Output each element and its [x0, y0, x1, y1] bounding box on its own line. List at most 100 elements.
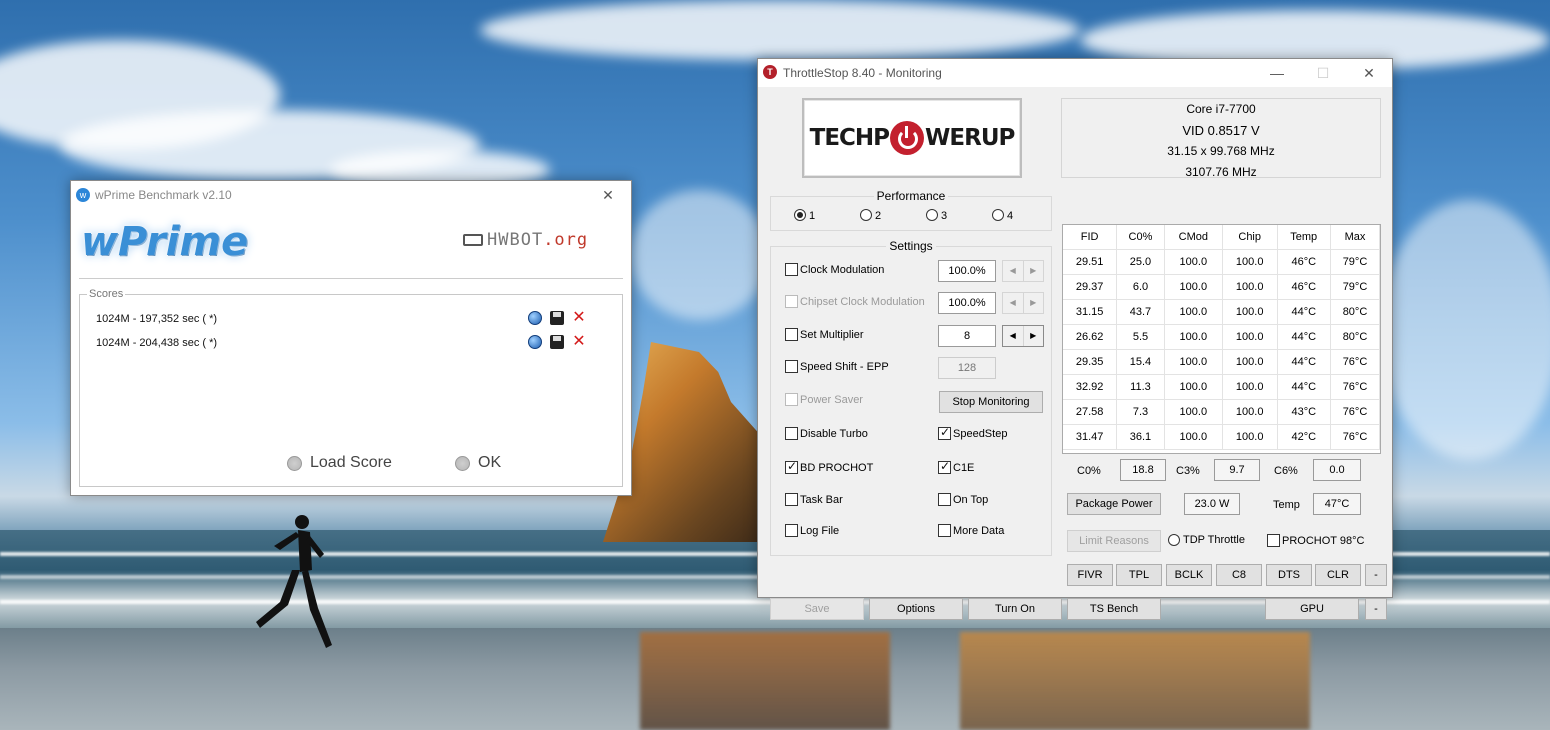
- disable-turbo-checkbox[interactable]: Disable Turbo: [785, 427, 868, 440]
- table-cell: 100.0: [1164, 299, 1223, 325]
- radio-icon: [860, 209, 872, 221]
- table-cell: 29.51: [1063, 249, 1118, 275]
- table-cell: 31.47: [1063, 424, 1118, 450]
- column-header: CMod: [1164, 225, 1223, 250]
- task-bar-checkbox[interactable]: Task Bar: [785, 493, 843, 506]
- arrow-left-icon[interactable]: ◀: [1003, 261, 1023, 281]
- clr-button[interactable]: CLR: [1315, 564, 1361, 586]
- gpu-button[interactable]: GPU: [1265, 598, 1359, 620]
- scores-legend: Scores: [87, 288, 126, 300]
- delete-icon[interactable]: ✕: [572, 334, 586, 350]
- c8-button[interactable]: C8: [1216, 564, 1262, 586]
- maximize-button[interactable]: ☐: [1300, 59, 1346, 87]
- techpowerup-logo[interactable]: TECHP WERUP: [802, 98, 1022, 178]
- tpl-button[interactable]: TPL: [1116, 564, 1162, 586]
- tdp-throttle-radio[interactable]: TDP Throttle: [1168, 534, 1245, 546]
- submit-globe-icon[interactable]: [528, 335, 542, 349]
- save-disk-icon[interactable]: [550, 335, 564, 349]
- table-cell: 29.37: [1063, 274, 1118, 300]
- arrow-left-icon[interactable]: ◀: [1003, 326, 1023, 346]
- delete-icon[interactable]: ✕: [572, 310, 586, 326]
- dts-button[interactable]: DTS: [1266, 564, 1312, 586]
- table-row: 29.51 25.0 100.0 100.0 46°C 79°C: [1063, 249, 1381, 275]
- throttlestop-titlebar[interactable]: T ThrottleStop 8.40 - Monitoring — ☐ ✕: [758, 59, 1392, 87]
- save-button[interactable]: Save: [770, 598, 864, 620]
- table-cell: 100.0: [1222, 274, 1278, 300]
- speed-shift-value[interactable]: 128: [938, 357, 996, 379]
- clock-modulation-checkbox[interactable]: Clock Modulation: [785, 263, 884, 276]
- cpu-vid: VID 0.8517 V: [1182, 123, 1260, 138]
- wprime-titlebar[interactable]: w wPrime Benchmark v2.10 ✕: [71, 181, 631, 209]
- close-button[interactable]: ✕: [585, 181, 631, 209]
- arrow-left-icon[interactable]: ◀: [1003, 293, 1023, 313]
- submit-globe-icon[interactable]: [528, 311, 542, 325]
- throttlestop-window: T ThrottleStop 8.40 - Monitoring — ☐ ✕ T…: [757, 58, 1393, 620]
- table-cell: 42°C: [1277, 424, 1331, 450]
- table-cell: 31.15: [1063, 299, 1118, 325]
- ok-button[interactable]: OK: [455, 454, 501, 472]
- stop-monitoring-button[interactable]: Stop Monitoring: [939, 391, 1043, 413]
- set-multiplier-spinner[interactable]: ◀ ▶: [1002, 325, 1044, 347]
- arrow-right-icon[interactable]: ▶: [1022, 326, 1044, 346]
- checkbox-icon: [1267, 534, 1280, 547]
- gpu-collapse-button[interactable]: -: [1365, 598, 1387, 620]
- runner-silhouette: [256, 515, 332, 648]
- c6-value: 0.0: [1313, 459, 1361, 481]
- table-row: 27.58 7.3 100.0 100.0 43°C 76°C: [1063, 399, 1381, 425]
- column-header: FID: [1063, 225, 1118, 250]
- prochot-checkbox[interactable]: PROCHOT 98°C: [1267, 534, 1364, 547]
- table-cell: 46°C: [1277, 274, 1331, 300]
- chipset-clock-modulation-value[interactable]: 100.0%: [938, 292, 996, 314]
- more-data-checkbox[interactable]: More Data: [938, 524, 1004, 537]
- arrow-right-icon[interactable]: ▶: [1022, 261, 1044, 281]
- collapse-button[interactable]: -: [1365, 564, 1387, 586]
- table-row: 31.47 36.1 100.0 100.0 42°C 76°C: [1063, 424, 1381, 450]
- chipset-clock-modulation-checkbox[interactable]: Chipset Clock Modulation: [785, 295, 925, 308]
- bclk-button[interactable]: BCLK: [1166, 564, 1212, 586]
- speed-shift-checkbox[interactable]: Speed Shift - EPP: [785, 360, 889, 373]
- minimize-button[interactable]: —: [1254, 59, 1300, 87]
- performance-option-4[interactable]: 4: [992, 209, 1013, 222]
- clock-modulation-value[interactable]: 100.0%: [938, 260, 996, 282]
- ts-bench-button[interactable]: TS Bench: [1067, 598, 1161, 620]
- table-cell: 100.0: [1164, 349, 1223, 375]
- checkbox-icon: [785, 295, 798, 308]
- arrow-right-icon[interactable]: ▶: [1022, 293, 1044, 313]
- minimize-icon: —: [1270, 65, 1284, 81]
- turn-on-button[interactable]: Turn On: [968, 598, 1062, 620]
- options-button[interactable]: Options: [869, 598, 963, 620]
- wprime-title: wPrime Benchmark v2.10: [95, 188, 232, 202]
- performance-option-2[interactable]: 2: [860, 209, 881, 222]
- power-icon: [890, 121, 925, 155]
- temp-value: 47°C: [1313, 493, 1361, 515]
- power-saver-checkbox[interactable]: Power Saver: [785, 393, 863, 406]
- set-multiplier-value[interactable]: 8: [938, 325, 996, 347]
- log-file-checkbox[interactable]: Log File: [785, 524, 839, 537]
- performance-option-1[interactable]: 1: [794, 209, 815, 222]
- table-cell: 100.0: [1222, 349, 1278, 375]
- clock-modulation-spinner[interactable]: ◀ ▶: [1002, 260, 1044, 282]
- set-multiplier-checkbox[interactable]: Set Multiplier: [785, 328, 864, 341]
- fivr-button[interactable]: FIVR: [1067, 564, 1113, 586]
- limit-reasons-button[interactable]: Limit Reasons: [1067, 530, 1161, 552]
- close-icon: ✕: [602, 186, 614, 203]
- table-row: 26.62 5.5 100.0 100.0 44°C 80°C: [1063, 324, 1381, 350]
- speedstep-checkbox[interactable]: SpeedStep: [938, 425, 1007, 440]
- load-score-button[interactable]: Load Score: [287, 454, 392, 472]
- on-top-checkbox[interactable]: On Top: [938, 493, 988, 506]
- bd-prochot-checkbox[interactable]: BD PROCHOT: [785, 459, 873, 474]
- monitoring-table: FID C0% CMod Chip Temp Max 29.51 25.0 100.…: [1062, 224, 1381, 454]
- radio-icon: [455, 455, 470, 471]
- save-disk-icon[interactable]: [550, 311, 564, 325]
- package-power-button[interactable]: Package Power: [1067, 493, 1161, 515]
- table-cell: 100.0: [1164, 399, 1223, 425]
- performance-option-3[interactable]: 3: [926, 209, 947, 222]
- chipset-clock-modulation-spinner[interactable]: ◀ ▶: [1002, 292, 1044, 314]
- column-header: C0%: [1116, 225, 1165, 250]
- close-button[interactable]: ✕: [1346, 59, 1392, 87]
- close-icon: ✕: [1363, 64, 1375, 81]
- c1e-checkbox[interactable]: C1E: [938, 459, 974, 474]
- table-cell: 100.0: [1222, 299, 1278, 325]
- divider: [79, 278, 623, 279]
- table-cell: 79°C: [1330, 274, 1381, 300]
